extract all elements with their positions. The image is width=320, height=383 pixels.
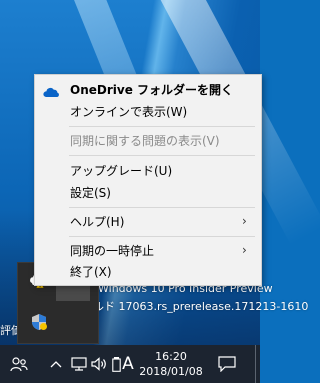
submenu-arrow-icon: › [242, 243, 247, 257]
taskbar: A 16:20 2018/01/08 [0, 345, 260, 383]
menu-help[interactable]: ヘルプ(H) › [35, 210, 261, 232]
taskbar-clock[interactable]: 16:20 2018/01/08 [138, 349, 204, 379]
menu-view-sync-problems: 同期に関する問題の表示(V) [70, 133, 220, 148]
menu-separator [69, 207, 255, 208]
windows-defender-icon[interactable] [28, 311, 50, 333]
onedrive-context-menu: OneDrive フォルダーを開く オンラインで表示(W) 同期に関する問題の表… [34, 74, 262, 286]
show-desktop-button[interactable] [255, 345, 256, 383]
menu-separator [69, 155, 255, 156]
clock-time: 16:20 [155, 350, 187, 363]
network-icon[interactable] [70, 345, 88, 383]
menu-view-online[interactable]: オンラインで表示(W) [35, 100, 261, 122]
menu-separator [69, 126, 255, 127]
submenu-arrow-icon: › [242, 214, 247, 228]
volume-icon[interactable] [90, 345, 108, 383]
show-hidden-icons-chevron[interactable] [48, 345, 64, 383]
clock-date: 2018/01/08 [139, 365, 203, 378]
ime-mode-indicator[interactable]: A [121, 345, 135, 383]
action-center-icon[interactable] [214, 345, 240, 383]
menu-separator [69, 236, 255, 237]
menu-settings[interactable]: 設定(S) [35, 181, 261, 203]
watermark-build: ビルド 17063.rs_prerelease.171213-1610 [82, 300, 309, 313]
people-icon[interactable] [8, 345, 30, 383]
menu-open-onedrive-folder[interactable]: OneDrive フォルダーを開く [35, 78, 261, 100]
menu-upgrade[interactable]: アップグレード(U) [35, 159, 261, 181]
menu-pause-sync[interactable]: 同期の一時停止 › [35, 239, 261, 261]
menu-exit[interactable]: 終了(X) [35, 260, 261, 282]
